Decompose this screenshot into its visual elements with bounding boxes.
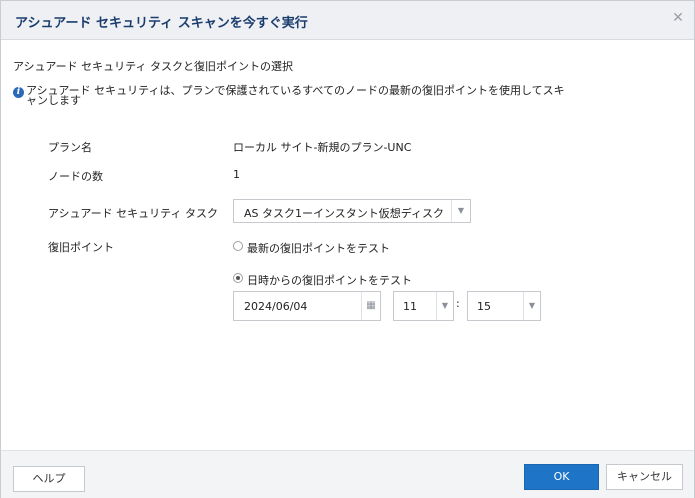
ok-button[interactable]: OK xyxy=(524,464,599,490)
dialog: アシュアード セキュリティ スキャンを今すぐ実行 ✕ アシュアード セキュリティ… xyxy=(0,0,695,498)
dialog-title: アシュアード セキュリティ スキャンを今すぐ実行 xyxy=(15,16,308,31)
radio-latest-recovery-point[interactable]: 最新の復旧ポイントをテスト xyxy=(233,240,493,256)
close-icon[interactable]: ✕ xyxy=(670,10,686,26)
node-count-value: 1 xyxy=(233,168,240,181)
chevron-down-icon[interactable]: ▼ xyxy=(451,200,470,222)
date-value: 2024/06/04 xyxy=(244,300,308,313)
chevron-down-icon[interactable]: ▼ xyxy=(436,292,453,320)
title-bar: アシュアード セキュリティ スキャンを今すぐ実行 ✕ xyxy=(1,1,694,40)
plan-name-value: ローカル サイト-新規のプラン-UNC xyxy=(233,141,412,154)
radio-datetime-label: 日時からの復旧ポイントをテスト xyxy=(247,274,412,287)
hour-value: 11 xyxy=(403,300,417,313)
minute-value: 15 xyxy=(477,300,491,313)
date-field[interactable]: 2024/06/04 ▦ xyxy=(233,291,381,321)
calendar-icon[interactable]: ▦ xyxy=(361,292,380,320)
radio-button[interactable] xyxy=(233,241,243,251)
task-label: アシュアード セキュリティ タスク xyxy=(48,207,219,220)
hour-select[interactable]: 11 ▼ xyxy=(393,291,454,321)
section-header: アシュアード セキュリティ タスクと復旧ポイントの選択 xyxy=(13,60,294,73)
plan-name-label: プラン名 xyxy=(48,141,92,154)
task-select[interactable]: AS タスク1ーインスタント仮想ディスク ▼ xyxy=(233,199,471,223)
help-button[interactable]: ヘルプ xyxy=(13,466,85,492)
minute-select[interactable]: 15 ▼ xyxy=(467,291,541,321)
recovery-point-label: 復旧ポイント xyxy=(48,241,114,254)
info-icon: i xyxy=(13,87,24,98)
chevron-down-icon[interactable]: ▼ xyxy=(523,292,540,320)
time-separator: : xyxy=(456,297,460,310)
task-select-value: AS タスク1ーインスタント仮想ディスク xyxy=(244,207,445,220)
radio-datetime-recovery-point[interactable]: 日時からの復旧ポイントをテスト xyxy=(233,272,493,288)
radio-latest-label: 最新の復旧ポイントをテスト xyxy=(247,242,390,255)
node-count-label: ノードの数 xyxy=(48,170,103,183)
cancel-button[interactable]: キャンセル xyxy=(606,464,683,490)
radio-button[interactable] xyxy=(233,273,243,283)
info-text: アシュアード セキュリティは、プランで保護されているすべてのノードの最新の復旧ポ… xyxy=(26,84,565,107)
